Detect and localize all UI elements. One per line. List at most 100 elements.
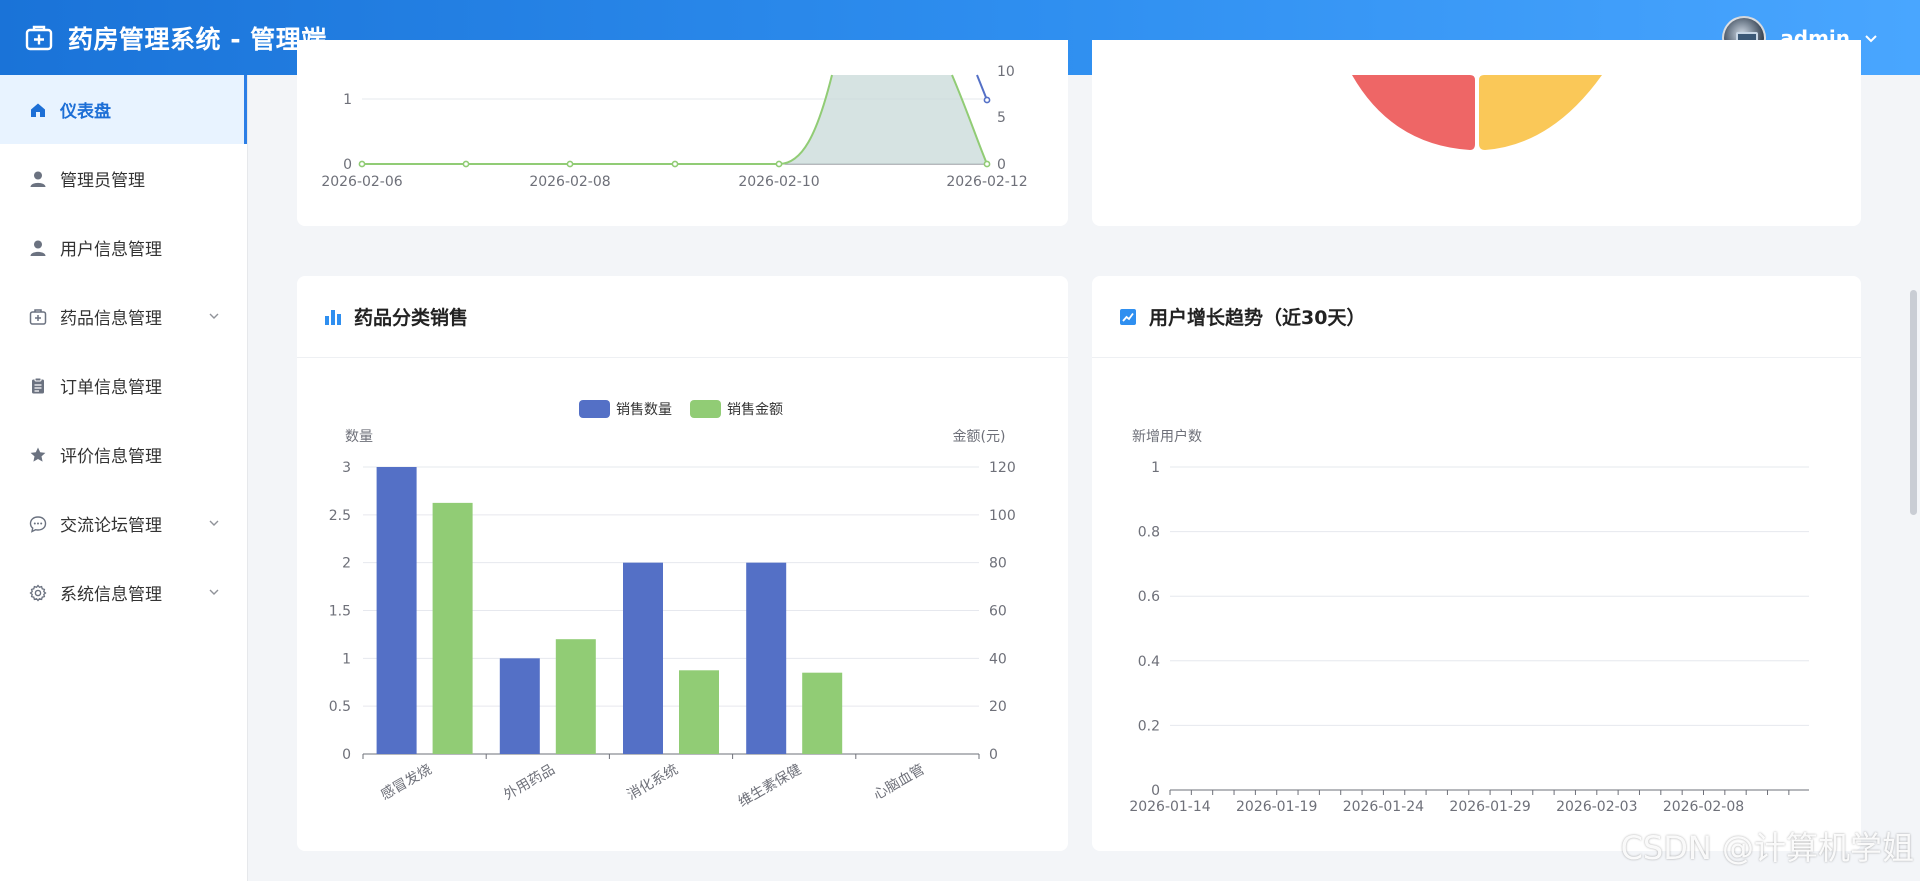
chat-icon — [28, 514, 48, 534]
y-tick-label: 0 — [343, 157, 352, 173]
medkit-icon — [28, 307, 48, 327]
sidebar-item-orders[interactable]: 订单信息管理 — [0, 351, 247, 420]
bar — [376, 467, 417, 754]
y-tick-label: 1 — [342, 651, 351, 667]
x-tick-label: 2026-02-08 — [1663, 799, 1744, 815]
x-tick-label: 2026-02-03 — [1556, 799, 1637, 815]
data-point — [671, 160, 679, 168]
x-tick-label: 2026-01-19 — [1236, 799, 1317, 815]
y-tick-label: 0.8 — [1138, 525, 1160, 541]
legend-swatch — [579, 400, 610, 418]
x-tick-label: 2026-02-08 — [529, 174, 610, 190]
y-tick-label: 3 — [342, 460, 351, 476]
series-line-count — [976, 74, 988, 101]
watermark: CSDN @计算机学姐 — [1620, 829, 1914, 867]
chevron-down-icon[interactable] — [207, 309, 221, 323]
x-tick-label: 心脑血管 — [871, 762, 927, 804]
y-right-tick-label: 20 — [989, 699, 1007, 715]
scrollbar-thumb[interactable] — [1910, 290, 1917, 515]
data-point — [566, 160, 574, 168]
area-fill — [779, 75, 987, 164]
y-right-tick-label: 5 — [997, 110, 1006, 126]
sidebar-item-label: 系统信息管理 — [60, 585, 162, 605]
trend-chart-icon — [1120, 308, 1136, 325]
data-point — [462, 160, 470, 168]
y-tick-label: 0.6 — [1138, 589, 1160, 605]
y-axis-title: 数量 — [345, 429, 373, 445]
chevron-down-icon[interactable] — [1862, 29, 1880, 47]
sidebar-item-label: 药品信息管理 — [60, 309, 162, 329]
sidebar-item-label: 订单信息管理 — [60, 378, 162, 398]
y-right-tick-label: 120 — [989, 460, 1016, 476]
y-tick-label: 0.5 — [329, 699, 351, 715]
user-growth-line-chart: 新增用户数 0 0.2 0.4 0.6 0.8 1 2026-01-14 2026-01-19 2… — [1129, 428, 1809, 815]
y-tick-label: 0.4 — [1138, 654, 1160, 670]
card-header: 药品分类销售 — [297, 276, 1068, 358]
chevron-down-icon[interactable] — [207, 585, 221, 599]
y-right-tick-label: 40 — [989, 651, 1007, 667]
y-right-tick-label: 100 — [989, 508, 1016, 524]
y-tick-label: 2 — [342, 556, 351, 572]
star-icon — [28, 445, 48, 465]
bar — [623, 562, 663, 754]
clipboard-icon — [28, 376, 48, 396]
sidebar-item-reviews[interactable]: 评价信息管理 — [0, 420, 247, 489]
sidebar-item-label: 用户信息管理 — [60, 240, 162, 260]
medkit-logo-icon — [25, 25, 53, 50]
sidebar-item-system[interactable]: 系统信息管理 — [0, 558, 247, 627]
sidebar: 仪表盘 管理员管理 用户信息管理 药品信息管理 订单信息管理 评价信息管理 交流… — [0, 75, 248, 881]
y-tick-label: 0 — [342, 747, 351, 763]
y-right-tick-label: 10 — [997, 64, 1015, 80]
bar — [499, 658, 540, 754]
user-icon — [28, 169, 48, 189]
x-tick-label: 2026-01-29 — [1449, 799, 1530, 815]
bar — [555, 639, 596, 754]
bar — [679, 670, 719, 754]
y-tick-label: 1 — [1151, 460, 1160, 476]
pie-chart — [1352, 75, 1602, 150]
data-point — [983, 96, 991, 104]
sidebar-item-admin[interactable]: 管理员管理 — [0, 144, 247, 213]
home-icon — [28, 100, 48, 120]
card-title: 用户增长趋势（近30天） — [1149, 307, 1366, 329]
data-point — [983, 160, 991, 168]
y-tick-label: 0 — [1151, 783, 1160, 799]
sidebar-item-label: 交流论坛管理 — [60, 516, 162, 536]
y-tick-label: 1 — [343, 92, 352, 108]
y-right-tick-label: 0 — [989, 747, 998, 763]
y-tick-label: 1.5 — [329, 604, 351, 620]
sidebar-item-medicines[interactable]: 药品信息管理 — [0, 282, 247, 351]
y-right-axis-title: 金额(元) — [953, 429, 1006, 445]
pie-slice — [1352, 75, 1475, 150]
sales-trend-chart: 1 0 10 5 0 2026-02-06 2026-02-08 2026-02… — [321, 64, 1027, 190]
pie-chart-card — [1092, 40, 1861, 226]
x-tick-label: 维生素保健 — [736, 762, 805, 811]
card-header: 用户增长趋势（近30天） — [1092, 276, 1861, 358]
bar-chart-icon — [325, 309, 341, 325]
x-tick-label: 2026-02-06 — [321, 174, 402, 190]
bar — [802, 672, 843, 754]
y-right-tick-label: 60 — [989, 604, 1007, 620]
sidebar-item-forum[interactable]: 交流论坛管理 — [0, 489, 247, 558]
y-tick-label: 0.2 — [1138, 718, 1160, 734]
bar — [432, 502, 473, 754]
x-tick-label: 消化系统 — [625, 762, 681, 804]
y-tick-label: 2.5 — [329, 508, 351, 524]
user-growth-card: 用户增长趋势（近30天） 新增用户数 0 0.2 0.4 0.6 0.8 1 2026-01-… — [1092, 276, 1861, 851]
category-sales-card: 药品分类销售 销售数量 销售金额 数量 金额(元) 0 0 0.5 20 1 40 1.5 60 2 80… — [297, 276, 1068, 851]
sidebar-item-label: 仪表盘 — [60, 102, 111, 122]
data-point — [358, 160, 366, 168]
y-axis-title: 新增用户数 — [1132, 428, 1202, 445]
sidebar-item-dashboard[interactable]: 仪表盘 — [0, 75, 247, 144]
x-tick-label: 2026-01-14 — [1129, 799, 1210, 815]
sidebar-item-users[interactable]: 用户信息管理 — [0, 213, 247, 282]
x-tick-label: 外用药品 — [501, 762, 557, 804]
category-bar-chart: 销售数量 销售金额数量 金额(元) 0 0 0.5 20 1 40 1.5 60 2 80 2.5 100 3… — [329, 400, 1016, 811]
app-title: 药房管理系统 - 管理端 — [68, 24, 327, 54]
y-right-tick-label: 0 — [997, 157, 1006, 173]
brand: 药房管理系统 - 管理端 — [24, 20, 327, 56]
chevron-down-icon[interactable] — [207, 516, 221, 530]
x-tick-label: 感冒发烧 — [378, 761, 435, 804]
y-right-tick-label: 80 — [989, 556, 1007, 572]
legend-swatch — [690, 400, 721, 418]
